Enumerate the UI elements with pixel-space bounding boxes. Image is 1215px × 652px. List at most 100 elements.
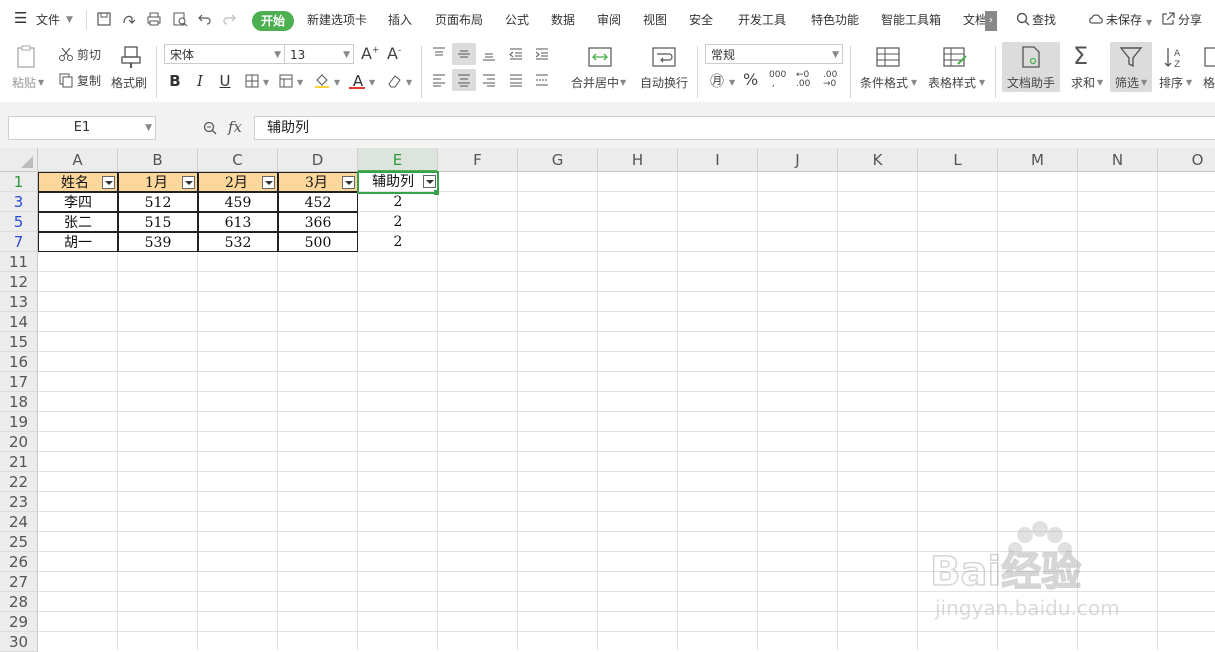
row-header-30[interactable]: 30: [0, 632, 38, 652]
align-middle-icon[interactable]: [456, 46, 472, 62]
borders-icon[interactable]: [244, 73, 260, 89]
column-header-m[interactable]: M: [998, 148, 1078, 172]
row-header-21[interactable]: 21: [0, 452, 38, 472]
row-header-28[interactable]: 28: [0, 592, 38, 612]
conditional-format-button[interactable]: 条件格式: [860, 74, 908, 91]
paste-icon[interactable]: [14, 44, 40, 70]
name-box[interactable]: E1 ▼: [8, 116, 156, 140]
conditional-format-chevron-icon[interactable]: ▼: [911, 78, 917, 87]
table-cell[interactable]: 500: [278, 232, 358, 252]
redo-icon[interactable]: [221, 11, 237, 27]
tab-insert[interactable]: 插入: [388, 11, 412, 29]
row-header-19[interactable]: 19: [0, 412, 38, 432]
row-header-14[interactable]: 14: [0, 312, 38, 332]
hamburger-menu-icon[interactable]: ☰: [14, 9, 27, 27]
column-header-a[interactable]: A: [38, 148, 118, 172]
table-cell[interactable]: 613: [198, 212, 278, 232]
column-header-g[interactable]: G: [518, 148, 598, 172]
row-header-24[interactable]: 24: [0, 512, 38, 532]
search-icon[interactable]: [1015, 11, 1031, 27]
cell-style-chevron-icon[interactable]: ▼: [297, 78, 303, 87]
unsaved-status[interactable]: 未保存: [1106, 11, 1142, 29]
clear-chevron-icon[interactable]: ▼: [406, 78, 412, 87]
font-color-chevron-icon[interactable]: ▼: [369, 78, 375, 87]
tab-formulas[interactable]: 公式: [505, 11, 529, 29]
table-cell[interactable]: 366: [278, 212, 358, 232]
table-style-button[interactable]: 表格样式: [928, 74, 976, 91]
copy-icon[interactable]: [58, 72, 74, 88]
row-header-26[interactable]: 26: [0, 552, 38, 572]
doc-assistant-button[interactable]: 文档助手: [1007, 74, 1055, 91]
tab-document[interactable]: 文档: [963, 11, 985, 29]
table-cell[interactable]: 2: [358, 232, 438, 252]
table-cell[interactable]: 452: [278, 192, 358, 212]
share-button[interactable]: 分享: [1178, 11, 1202, 29]
filter-dropdown-icon[interactable]: [262, 176, 275, 189]
share-icon[interactable]: [1160, 11, 1176, 27]
borders-chevron-icon[interactable]: ▼: [263, 78, 269, 87]
row-header-1[interactable]: 1: [0, 172, 38, 192]
decrease-font-icon[interactable]: A-: [387, 44, 401, 63]
print-preview-icon[interactable]: [172, 11, 188, 27]
unsaved-chevron-icon[interactable]: ▼: [1146, 14, 1152, 32]
paste-button[interactable]: 粘贴: [12, 74, 36, 91]
increase-decimal-icon[interactable]: ←0.00: [796, 71, 810, 89]
distributed-align-icon[interactable]: [534, 72, 550, 88]
row-header-3[interactable]: 3: [0, 192, 38, 212]
row-header-16[interactable]: 16: [0, 352, 38, 372]
column-header-i[interactable]: I: [678, 148, 758, 172]
file-menu-chevron-icon[interactable]: ▼: [66, 11, 73, 29]
table-cell[interactable]: 张二: [38, 212, 118, 232]
row-header-20[interactable]: 20: [0, 432, 38, 452]
tab-page-layout[interactable]: 页面布局: [435, 11, 483, 29]
column-header-f[interactable]: F: [438, 148, 518, 172]
cell-style-icon[interactable]: [278, 73, 294, 89]
row-header-7[interactable]: 7: [0, 232, 38, 252]
cut-button[interactable]: 剪切: [77, 46, 101, 63]
wrap-text-icon[interactable]: [651, 44, 677, 70]
search-button[interactable]: 查找: [1032, 11, 1056, 29]
column-header-o[interactable]: O: [1158, 148, 1215, 172]
format-icon[interactable]: [1203, 44, 1215, 70]
column-header-l[interactable]: L: [918, 148, 998, 172]
table-cell[interactable]: 胡一: [38, 232, 118, 252]
align-left-icon[interactable]: [431, 72, 447, 88]
header-cell[interactable]: 姓名: [38, 172, 118, 192]
format-painter-button[interactable]: 格式刷: [111, 74, 147, 91]
sum-chevron-icon[interactable]: ▼: [1097, 78, 1103, 87]
filter-button[interactable]: 筛选: [1115, 74, 1139, 91]
header-cell[interactable]: 1月: [118, 172, 198, 192]
row-header-25[interactable]: 25: [0, 532, 38, 552]
row-header-5[interactable]: 5: [0, 212, 38, 232]
tab-developer[interactable]: 开发工具: [738, 11, 786, 29]
merge-center-icon[interactable]: [587, 44, 613, 70]
format-button[interactable]: 格: [1203, 74, 1215, 91]
merge-center-button[interactable]: 合并居中: [571, 74, 619, 91]
increase-font-icon[interactable]: A+: [361, 44, 380, 63]
cloud-icon[interactable]: [1088, 11, 1104, 27]
fx-icon[interactable]: fx: [228, 118, 242, 136]
filter-icon[interactable]: [1118, 44, 1144, 70]
table-cell[interactable]: 2: [358, 192, 438, 212]
scissors-icon[interactable]: [58, 46, 74, 62]
italic-icon[interactable]: I: [191, 72, 209, 90]
tab-new-tab[interactable]: 新建选项卡: [307, 11, 367, 29]
wrap-text-button[interactable]: 自动换行: [640, 74, 688, 91]
row-header-15[interactable]: 15: [0, 332, 38, 352]
file-menu[interactable]: 文件: [36, 11, 60, 29]
header-cell[interactable]: 3月: [278, 172, 358, 192]
column-header-d[interactable]: D: [278, 148, 358, 172]
currency-icon[interactable]: ㊊: [710, 71, 724, 91]
table-cell[interactable]: 2: [358, 212, 438, 232]
align-bottom-icon[interactable]: [481, 46, 497, 62]
export-icon[interactable]: [120, 11, 136, 27]
format-painter-icon[interactable]: [118, 44, 144, 70]
sum-icon[interactable]: Σ: [1073, 42, 1088, 70]
column-header-b[interactable]: B: [118, 148, 198, 172]
column-header-h[interactable]: H: [598, 148, 678, 172]
column-header-n[interactable]: N: [1078, 148, 1158, 172]
increase-indent-icon[interactable]: [534, 46, 550, 62]
align-top-icon[interactable]: [431, 46, 447, 62]
tab-view[interactable]: 视图: [643, 11, 667, 29]
align-right-icon[interactable]: [481, 72, 497, 88]
